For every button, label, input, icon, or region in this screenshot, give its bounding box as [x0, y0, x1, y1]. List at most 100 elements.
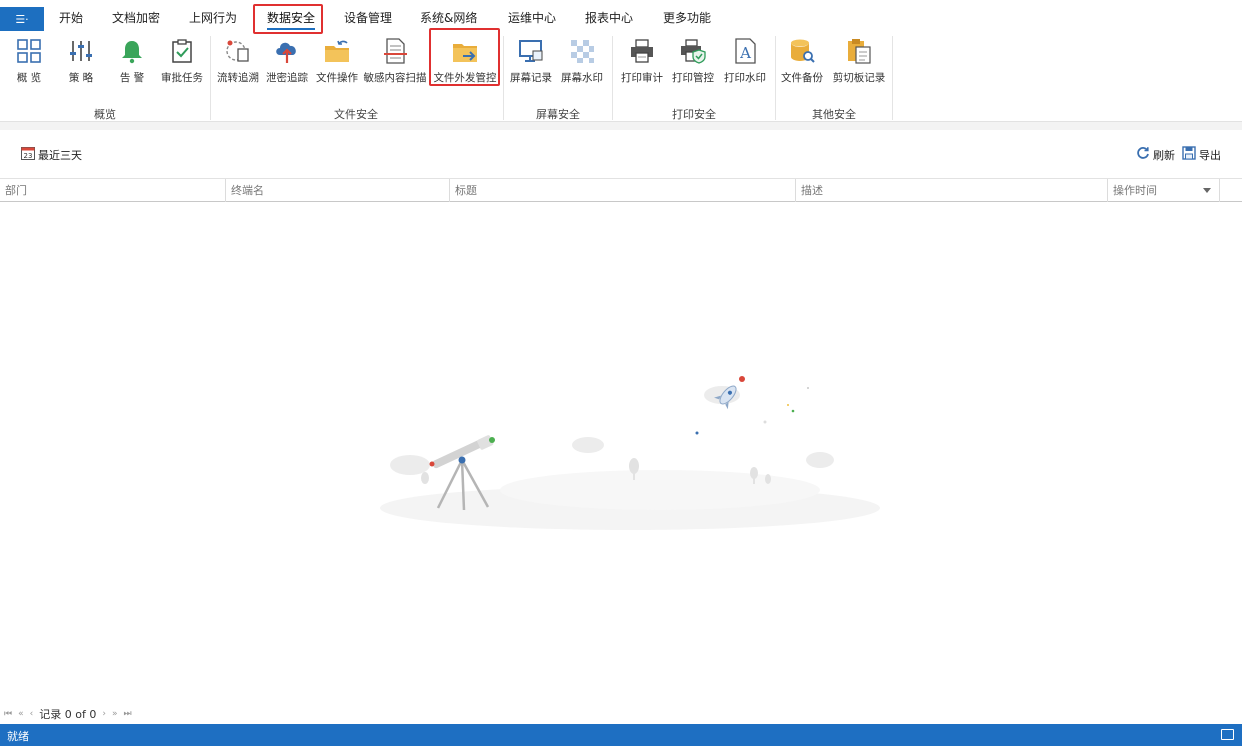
save-export-icon	[1182, 146, 1196, 163]
print-audit-label: 打印审计	[621, 72, 663, 84]
toolbar: 23 最近三天 刷新 导出	[0, 138, 1242, 170]
cloud-upload-icon	[272, 36, 302, 66]
file-backup-label: 文件备份	[781, 72, 823, 84]
tab-device-management[interactable]: 设备管理	[344, 10, 392, 26]
leak-tracking-button[interactable]: 泄密追踪	[265, 34, 309, 90]
sensitive-scan-label: 敏感内容扫描	[363, 72, 427, 84]
tab-internet-behavior[interactable]: 上网行为	[189, 10, 237, 26]
alarm-label: 告 警	[119, 72, 145, 84]
approval-tasks-label: 审批任务	[161, 72, 203, 84]
column-header-description[interactable]: 描述	[796, 179, 1108, 202]
printer-icon	[627, 36, 657, 66]
group-label-print-security: 打印安全	[672, 108, 716, 121]
tab-system-network[interactable]: 系统&网络	[420, 10, 477, 26]
printer-shield-icon	[678, 36, 708, 66]
print-control-button[interactable]: 打印管控	[671, 34, 715, 90]
operation-time-label: 操作时间	[1113, 184, 1157, 197]
file-operation-label: 文件操作	[316, 72, 358, 84]
ribbon-bottom-strip	[0, 122, 1242, 130]
grid-icon	[14, 36, 44, 66]
refresh-label: 刷新	[1153, 148, 1175, 162]
tab-report-center[interactable]: 报表中心	[585, 10, 633, 26]
group-divider	[892, 36, 893, 120]
clipboard-record-label: 剪切板记录	[832, 72, 886, 84]
pager: ⏮ « ‹ 记录 0 of 0 › » ⏭	[4, 706, 132, 722]
policy-label: 策 略	[68, 72, 94, 84]
calendar-icon: 23	[21, 146, 35, 163]
tab-start[interactable]: 开始	[59, 10, 83, 26]
next-page-group-icon[interactable]: »	[112, 709, 118, 719]
calendar-day: 23	[24, 152, 33, 160]
screen-watermark-button[interactable]: 屏幕水印	[560, 34, 604, 90]
overview-button[interactable]: 概 览	[12, 34, 46, 90]
refresh-icon	[1136, 146, 1150, 163]
tab-document-encryption[interactable]: 文档加密	[112, 10, 160, 26]
monitor-icon	[516, 36, 546, 66]
bell-icon	[117, 36, 147, 66]
column-header-title[interactable]: 标题	[450, 179, 796, 202]
tab-more-functions[interactable]: 更多功能	[663, 10, 711, 26]
sensitive-scan-button[interactable]: 敏感内容扫描	[363, 34, 427, 90]
group-divider	[210, 36, 211, 120]
export-label: 导出	[1199, 148, 1221, 162]
watermark-icon	[567, 36, 597, 66]
print-watermark-button[interactable]: A 打印水印	[723, 34, 767, 90]
screen-watermark-label: 屏幕水印	[561, 72, 603, 84]
svg-text:A: A	[739, 44, 751, 62]
sort-dropdown-icon[interactable]	[1203, 188, 1211, 193]
file-outbound-control-button[interactable]: 文件外发管控	[432, 34, 498, 90]
alarm-button[interactable]: 告 警	[115, 34, 149, 90]
document-scan-icon	[380, 36, 410, 66]
print-audit-button[interactable]: 打印审计	[620, 34, 664, 90]
ribbon-panel: 概 览 策 略 告 警 审批任务 流转追溯 泄密追踪 文件操作 敏感内容扫描 文…	[0, 32, 1242, 122]
file-operation-button[interactable]: 文件操作	[315, 34, 359, 90]
sliders-icon	[66, 36, 96, 66]
empty-state-illustration	[360, 360, 890, 535]
table-header: 部门 终端名 标题 描述 操作时间	[0, 178, 1242, 202]
group-label-screen-security: 屏幕安全	[536, 108, 580, 121]
keyboard-indicator-icon	[1221, 729, 1234, 740]
group-label-other-security: 其他安全	[812, 108, 856, 121]
folder-send-icon	[450, 36, 480, 66]
group-label-file-security: 文件安全	[334, 108, 378, 121]
date-range-label: 最近三天	[38, 148, 82, 162]
next-page-icon[interactable]: ›	[102, 709, 106, 719]
database-search-icon	[787, 36, 817, 66]
group-divider	[503, 36, 504, 120]
first-page-icon[interactable]: ⏮	[4, 709, 12, 719]
highlight-box-tab	[253, 4, 323, 34]
overview-label: 概 览	[16, 72, 42, 84]
flow-trace-icon	[223, 36, 253, 66]
column-header-department[interactable]: 部门	[0, 179, 226, 202]
last-page-icon[interactable]: ⏭	[123, 709, 131, 719]
group-divider	[775, 36, 776, 120]
file-backup-button[interactable]: 文件备份	[780, 34, 824, 90]
clipboard-record-button[interactable]: 剪切板记录	[832, 34, 886, 90]
clipboard-check-icon	[167, 36, 197, 66]
app-menu-button[interactable]: ☰·	[0, 7, 44, 31]
folder-icon	[322, 36, 352, 66]
print-watermark-label: 打印水印	[724, 72, 766, 84]
group-label-overview: 概览	[94, 108, 116, 121]
screen-record-label: 屏幕记录	[510, 72, 552, 84]
policy-button[interactable]: 策 略	[64, 34, 98, 90]
export-button[interactable]: 导出	[1182, 146, 1221, 163]
print-control-label: 打印管控	[672, 72, 714, 84]
prev-page-group-icon[interactable]: «	[18, 709, 24, 719]
refresh-button[interactable]: 刷新	[1136, 146, 1175, 163]
tab-ops-center[interactable]: 运维中心	[508, 10, 556, 26]
flow-trace-button[interactable]: 流转追溯	[216, 34, 260, 90]
approval-tasks-button[interactable]: 审批任务	[160, 34, 204, 90]
column-header-operation-time[interactable]: 操作时间	[1108, 179, 1220, 202]
status-bar: 就绪	[0, 724, 1242, 746]
record-count: 记录 0 of 0	[39, 708, 97, 721]
letter-a-icon: A	[730, 36, 760, 66]
column-header-terminal-name[interactable]: 终端名	[226, 179, 450, 202]
screen-record-button[interactable]: 屏幕记录	[509, 34, 553, 90]
date-range-button[interactable]: 23 最近三天	[21, 146, 82, 163]
prev-page-icon[interactable]: ‹	[30, 709, 34, 719]
group-divider	[612, 36, 613, 120]
leak-tracking-label: 泄密追踪	[266, 72, 308, 84]
ribbon-tab-bar: ☰· 开始 文档加密 上网行为 数据安全 设备管理 系统&网络 运维中心 报表中…	[0, 4, 1242, 32]
app-window: ☰· 开始 文档加密 上网行为 数据安全 设备管理 系统&网络 运维中心 报表中…	[0, 0, 1242, 746]
